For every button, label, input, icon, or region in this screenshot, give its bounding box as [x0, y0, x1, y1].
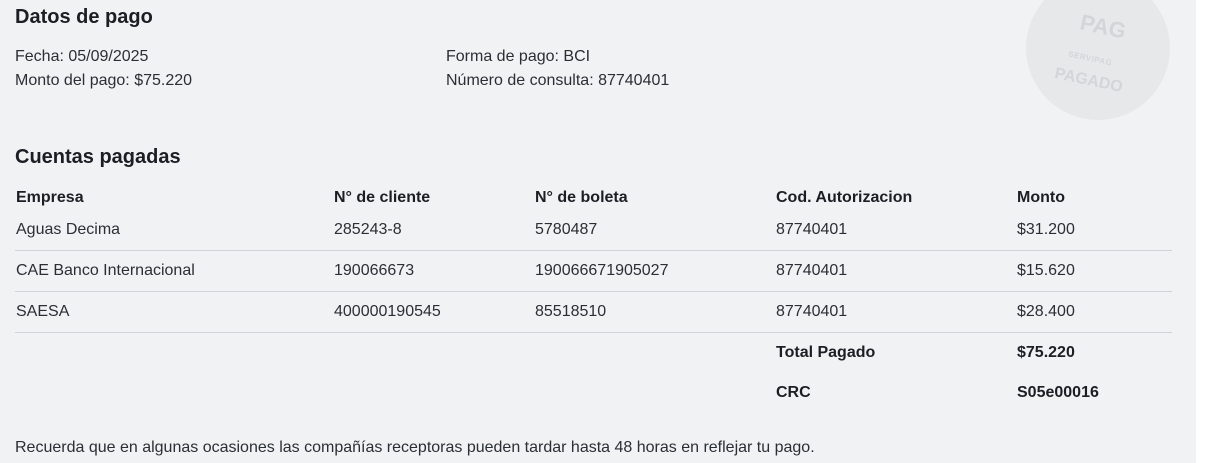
cell-company: SAESA	[15, 291, 333, 333]
cell-bill-number: 190066671905027	[534, 250, 775, 292]
table-row: SAESA 400000190545 85518510 87740401 $28…	[15, 291, 1172, 333]
empty-cell	[15, 373, 333, 413]
cell-auth-code: 87740401	[775, 210, 1016, 251]
cell-amount: $15.620	[1016, 250, 1172, 292]
header-auth-code: Cod. Autorizacion	[776, 189, 913, 206]
empty-cell	[534, 333, 775, 374]
empty-cell	[15, 333, 333, 374]
crc-row: CRC S05e00016	[15, 373, 1172, 413]
table-row: CAE Banco Internacional 190066673 190066…	[15, 250, 1172, 292]
empty-cell	[534, 373, 775, 413]
payment-date: Fecha: 05/09/2025	[15, 48, 149, 65]
table-header-row: Empresa N° de cliente N° de boleta Cod. …	[15, 186, 1172, 210]
cell-bill-number: 85518510	[534, 291, 775, 333]
paid-accounts-title: Cuentas pagadas	[15, 146, 181, 168]
table-row: Aguas Decima 285243-8 5780487 87740401 $…	[15, 210, 1172, 251]
header-bill-number: N° de boleta	[535, 189, 628, 206]
payment-receipt-panel: Datos de pago Fecha: 05/09/2025 Monto de…	[0, 0, 1196, 463]
total-paid-value: $75.220	[1017, 344, 1075, 361]
cell-auth-code: 87740401	[775, 250, 1016, 292]
query-number: Número de consulta: 87740401	[446, 72, 670, 89]
cell-client-number: 190066673	[333, 250, 534, 292]
payment-info-left: Fecha: 05/09/2025 Monto del pago: $75.22…	[15, 45, 192, 93]
cell-amount: $31.200	[1016, 210, 1172, 251]
cell-bill-number: 5780487	[534, 210, 775, 251]
payment-method: Forma de pago: BCI	[446, 48, 591, 65]
stamp-brand-text: SERVIPAG	[1067, 49, 1114, 68]
crc-value: S05e00016	[1017, 384, 1099, 401]
stamp-logo-text: PAG	[1078, 9, 1129, 44]
cell-company: CAE Banco Internacional	[15, 250, 333, 292]
header-amount: Monto	[1017, 189, 1065, 206]
cell-client-number: 285243-8	[333, 210, 534, 251]
stamp-paid-text: PAGADO	[1053, 65, 1125, 97]
payment-amount: Monto del pago: $75.220	[15, 72, 193, 89]
empty-cell	[333, 333, 534, 374]
header-company: Empresa	[16, 189, 84, 206]
paid-accounts-table: Empresa N° de cliente N° de boleta Cod. …	[15, 186, 1172, 413]
processing-delay-note: Recuerda que en algunas ocasiones las co…	[15, 439, 815, 456]
cell-company: Aguas Decima	[15, 210, 333, 251]
cell-client-number: 400000190545	[333, 291, 534, 333]
header-client-number: N° de cliente	[334, 189, 431, 206]
crc-label: CRC	[776, 384, 811, 401]
total-paid-row: Total Pagado $75.220	[15, 333, 1172, 374]
payment-info-right: Forma de pago: BCI Número de consulta: 8…	[446, 45, 669, 93]
paid-stamp-watermark: PAG SERVIPAG PAGADO	[1026, 0, 1170, 120]
payment-data-title: Datos de pago	[15, 6, 153, 28]
cell-auth-code: 87740401	[775, 291, 1016, 333]
total-paid-label: Total Pagado	[776, 344, 876, 361]
cell-amount: $28.400	[1016, 291, 1172, 333]
empty-cell	[333, 373, 534, 413]
